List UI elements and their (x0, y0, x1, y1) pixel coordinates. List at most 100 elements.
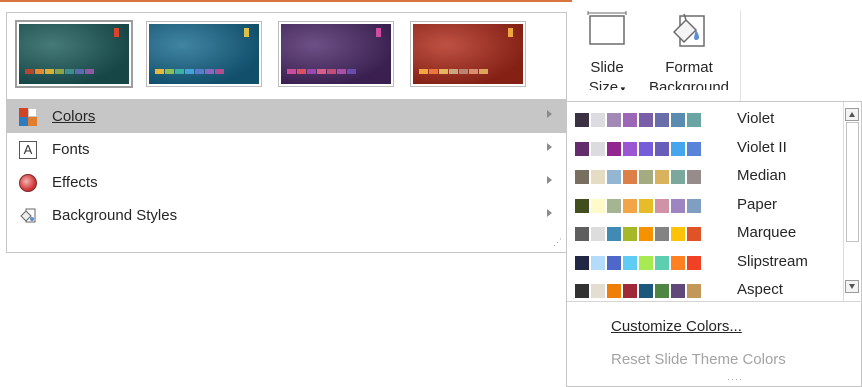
menu-item-colors[interactable]: Colors (7, 100, 566, 133)
color-chip (591, 227, 605, 241)
color-chip (687, 284, 701, 298)
color-chip (671, 113, 685, 127)
scroll-thumb[interactable] (846, 122, 859, 242)
theme-strip-chip (65, 69, 74, 74)
theme-strip-chip (327, 69, 336, 74)
color-chip (687, 141, 701, 156)
theme-strip-chip (439, 69, 448, 74)
theme-strip-chip (287, 69, 296, 74)
color-scheme-marquee[interactable]: Marquee (567, 219, 843, 247)
theme-accent-tag (376, 28, 381, 37)
color-scheme-median[interactable]: Median (567, 162, 843, 190)
theme-color-strip (155, 69, 224, 74)
color-chips (575, 255, 701, 270)
color-chip (655, 255, 669, 270)
color-chip (655, 141, 669, 156)
theme-blue-thumbnail[interactable] (146, 21, 262, 87)
color-chip (575, 141, 589, 156)
color-scheme-label: Violet II (737, 138, 787, 156)
menu-item-label: Colors (52, 108, 96, 125)
color-chip (623, 227, 637, 241)
color-scheme-violet-ii[interactable]: Violet II (567, 134, 843, 162)
menu-item-background-styles[interactable]: Background Styles (7, 199, 566, 232)
color-chip (639, 141, 653, 156)
color-chip (655, 170, 669, 184)
color-chip (639, 170, 653, 184)
color-chip (671, 141, 685, 156)
color-chip (623, 113, 637, 127)
color-chip (623, 255, 637, 270)
color-chip (575, 227, 589, 241)
color-scheme-label: Marquee (737, 224, 797, 241)
color-chip (639, 113, 653, 127)
color-chips (575, 227, 701, 241)
slide-size-button[interactable]: Slide Size ▾ (572, 10, 642, 90)
fonts-icon: A (19, 140, 37, 159)
customize-colors-item[interactable]: Customize Colors... (611, 318, 742, 335)
resize-grip-icon[interactable]: ⋰ (553, 237, 562, 248)
theme-strip-chip (45, 69, 54, 74)
menu-item-label: Effects (52, 174, 98, 191)
menu-item-fonts[interactable]: A Fonts (7, 133, 566, 166)
format-background-label-2: Background (648, 79, 730, 90)
color-scheme-violet[interactable]: Violet (567, 105, 843, 133)
slide-size-label: Slide (590, 59, 624, 76)
slide-size-label-2: Size (588, 79, 619, 90)
paint-bucket-icon (19, 207, 37, 225)
theme-strip-chip (337, 69, 346, 74)
color-scheme-paper[interactable]: Paper (567, 191, 843, 219)
resize-grip-icon[interactable]: ···· (727, 374, 743, 384)
theme-strip-chip (175, 69, 184, 74)
color-scheme-aspect[interactable]: Aspect (567, 276, 843, 304)
color-chip (639, 284, 653, 298)
color-chips (575, 141, 701, 156)
color-chips (575, 113, 701, 127)
theme-strip-chip (297, 69, 306, 74)
theme-color-strip (25, 69, 94, 74)
color-scheme-label: Aspect (737, 281, 783, 298)
color-chip (655, 227, 669, 241)
theme-accent-tag (114, 28, 119, 37)
theme-strip-chip (195, 69, 204, 74)
format-background-button[interactable]: Format Background (646, 10, 732, 90)
color-chip (575, 113, 589, 127)
submenu-arrow-icon (547, 209, 552, 217)
color-chip (671, 284, 685, 298)
color-chip (591, 284, 605, 298)
color-chip (639, 198, 653, 213)
color-chip (671, 170, 685, 184)
color-scheme-label: Median (737, 167, 787, 184)
color-chip (575, 284, 589, 298)
color-chip (639, 255, 653, 270)
theme-purple-thumbnail[interactable] (278, 21, 394, 87)
color-chip (607, 198, 621, 213)
dropdown-arrow-icon: ▾ (618, 84, 626, 90)
color-chip (607, 141, 621, 156)
theme-strip-chip (307, 69, 316, 74)
theme-teal-thumbnail[interactable] (15, 20, 133, 88)
theme-color-strip (287, 69, 356, 74)
scrollbar[interactable] (843, 102, 861, 301)
color-chips (575, 170, 701, 184)
theme-strip-chip (35, 69, 44, 74)
menu-item-label: Background Styles (52, 207, 178, 224)
theme-strip-chip (449, 69, 458, 74)
ribbon-customize-group: Slide Size ▾ Format Background (572, 0, 790, 104)
format-background-icon (672, 13, 705, 47)
color-chip (639, 227, 653, 241)
color-chip (623, 170, 637, 184)
theme-strip-chip (55, 69, 64, 74)
color-chip (607, 113, 621, 127)
arrow-down-icon (849, 284, 855, 289)
submenu-arrow-icon (547, 143, 552, 151)
effects-icon (19, 173, 37, 192)
scroll-down-button[interactable] (845, 280, 859, 293)
theme-red-thumbnail[interactable] (410, 21, 526, 87)
colors-icon (19, 107, 37, 126)
theme-strip-chip (165, 69, 174, 74)
color-scheme-slipstream[interactable]: Slipstream (567, 248, 843, 276)
color-scheme-list: Violet Violet II Median Paper Marquee Slipstr… (567, 102, 843, 301)
menu-item-effects[interactable]: Effects (7, 166, 566, 199)
scroll-up-button[interactable] (845, 108, 859, 121)
color-chip (607, 170, 621, 184)
